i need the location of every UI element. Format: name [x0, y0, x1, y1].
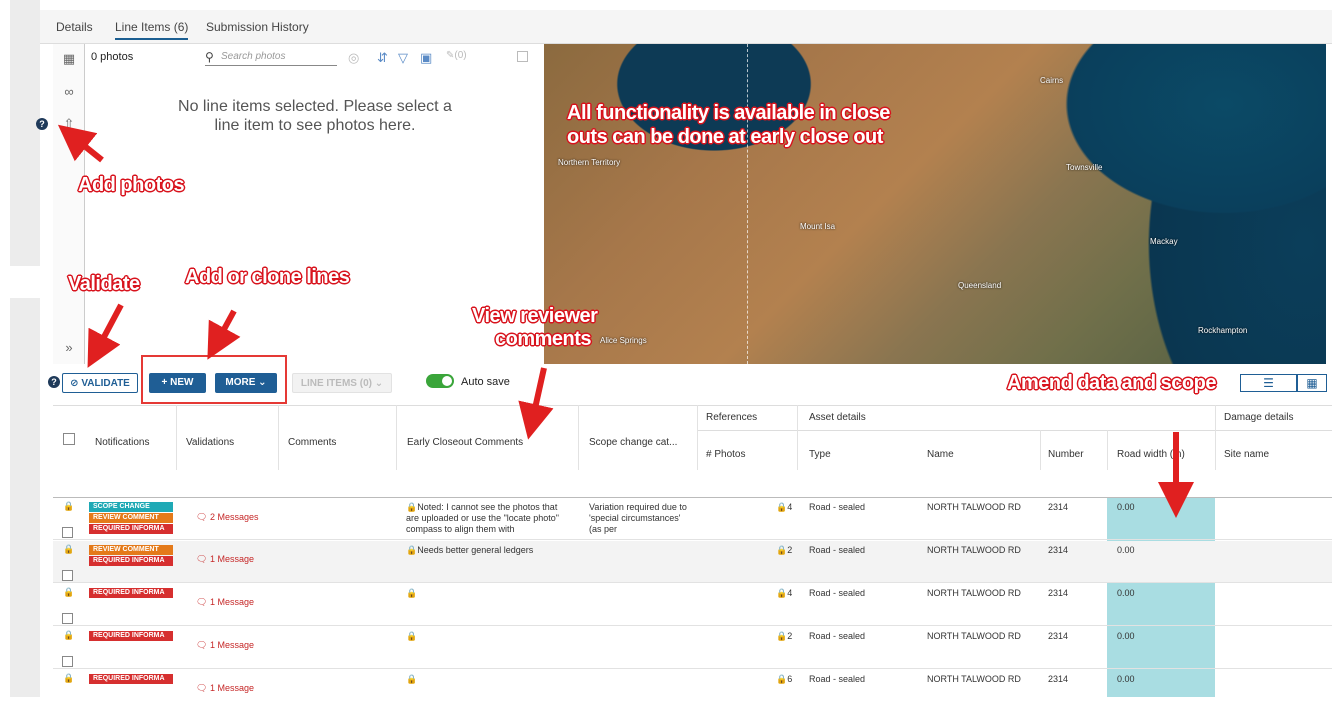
annotation-amend: Amend data and scope: [1007, 372, 1216, 394]
annotation-functionality-2: outs can be done at early close out: [567, 126, 883, 148]
annotation-validate: Validate: [68, 273, 140, 295]
arrow-reviewer: [518, 367, 554, 440]
arrow-validate: [87, 303, 124, 368]
annotation-view-reviewer-2: comments: [495, 328, 592, 350]
annotation-functionality-1: All functionality is available in close: [567, 102, 890, 124]
annotation-add-photos: Add photos: [78, 174, 185, 196]
arrow-add-photos: [57, 124, 104, 163]
arrow-add-clone: [207, 309, 241, 360]
annotation-view-reviewer-1: View reviewer: [472, 305, 598, 327]
annotation-add-clone: Add or clone lines: [185, 266, 350, 288]
